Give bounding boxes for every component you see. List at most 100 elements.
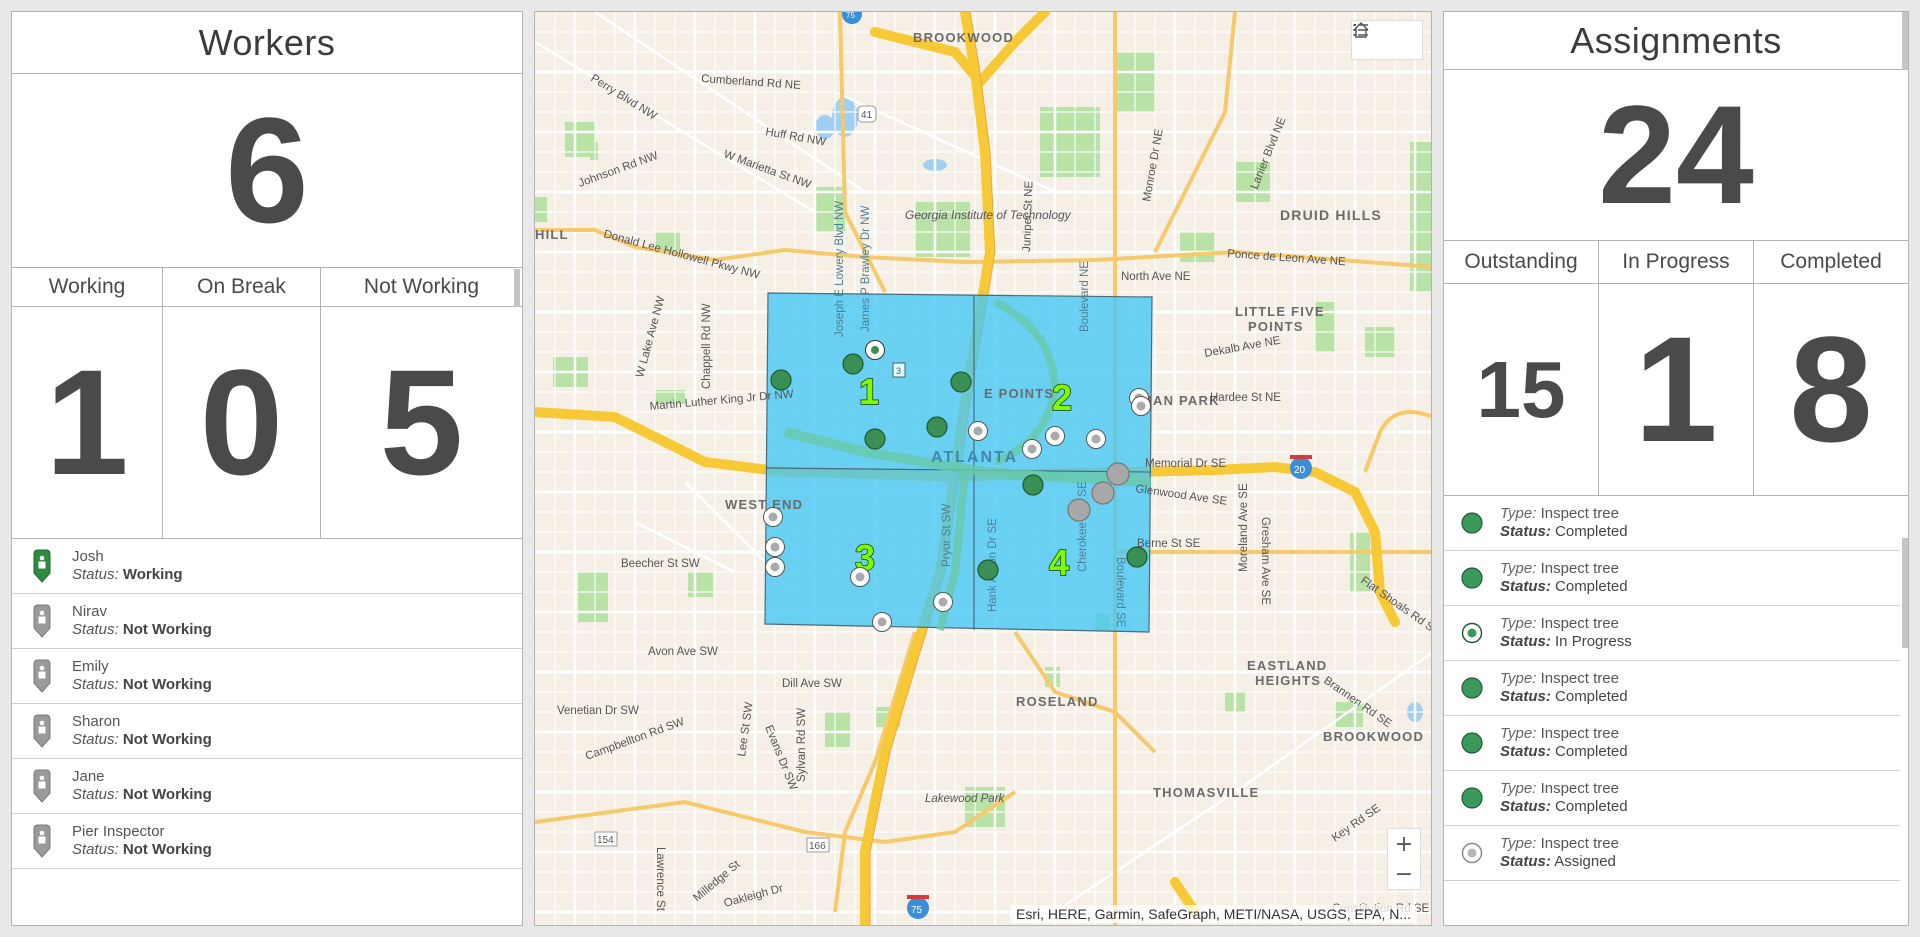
svg-text:Sylvan Rd SW: Sylvan Rd SW (796, 708, 808, 782)
worker-list-item[interactable]: Josh Status: Working (12, 539, 522, 594)
assigned-marker[interactable] (1045, 426, 1065, 446)
worker-status: Not Working (122, 676, 212, 693)
unassigned-marker[interactable] (1067, 498, 1091, 522)
worker-status: Working (122, 566, 183, 583)
zoom-in-button[interactable]: + (1395, 829, 1413, 859)
assignment-type: Inspect tree (1540, 780, 1619, 797)
svg-text:Avon Ave SW: Avon Ave SW (648, 646, 718, 658)
status-label: Status: (1500, 578, 1551, 595)
worker-name: Josh (72, 548, 104, 565)
workers-panel: Workers 6 Working 1 On Break 0 Not Worki… (11, 11, 523, 926)
col-value: 1 (1634, 305, 1718, 473)
assign-col-outstanding: Outstanding 15 (1444, 241, 1599, 495)
worker-pin-icon (12, 769, 72, 803)
assigned-marker[interactable] (968, 421, 988, 441)
status-label: Status: (1500, 798, 1551, 815)
worker-list-item[interactable]: Pier Inspector Status: Not Working (12, 814, 522, 869)
unassigned-marker[interactable] (1106, 462, 1130, 486)
assigned-marker[interactable] (850, 567, 870, 587)
svg-text:Gresham Ave SE: Gresham Ave SE (1259, 517, 1271, 605)
worker-status: Not Working (122, 621, 212, 638)
assignment-list-item[interactable]: Type: Inspect tree Status: In Progress (1444, 606, 1900, 661)
assignment-status: Completed (1555, 578, 1628, 595)
map-attribution[interactable]: Esri, HERE, Garmin, SafeGraph, METI/NASA… (1010, 905, 1417, 923)
worker-list-item[interactable]: Nirav Status: Not Working (12, 594, 522, 649)
svg-text:Cherokee Ave SE: Cherokee Ave SE (1077, 481, 1089, 572)
label-inman-park: MAN PARK (1141, 393, 1220, 408)
assigned-marker[interactable] (1131, 396, 1151, 416)
status-label: Status: (72, 566, 119, 583)
assigned-marker[interactable] (1086, 429, 1106, 449)
assignment-type: Inspect tree (1540, 560, 1619, 577)
completed-marker[interactable] (926, 416, 948, 438)
svg-text:154: 154 (597, 835, 614, 846)
assigned-marker[interactable] (765, 537, 785, 557)
assignment-list-item[interactable]: Type: Inspect tree Status: Completed (1444, 551, 1900, 606)
type-label: Type: (1500, 780, 1537, 797)
svg-text:20: 20 (1294, 465, 1306, 476)
worker-list-item[interactable]: Sharon Status: Not Working (12, 704, 522, 759)
type-label: Type: (1500, 560, 1537, 577)
assignment-type: Inspect tree (1540, 725, 1619, 742)
worker-list-item[interactable]: Jane Status: Not Working (12, 759, 522, 814)
status-label: Status: (1500, 688, 1551, 705)
title-scrollbar[interactable] (1902, 12, 1908, 70)
assigned-marker[interactable] (765, 557, 785, 577)
assigned-marker[interactable] (872, 612, 892, 632)
assignment-status: Completed (1555, 523, 1628, 540)
status-label: Status: (72, 676, 119, 693)
worker-name: Emily (72, 658, 109, 675)
type-label: Type: (1500, 505, 1537, 522)
assign-col-in-progress: In Progress 1 (1599, 241, 1754, 495)
completed-marker[interactable] (977, 559, 999, 581)
worker-name: Sharon (72, 713, 121, 730)
completed-marker[interactable] (770, 369, 792, 391)
completed-marker[interactable] (1022, 474, 1044, 496)
columns-scrollbar[interactable] (514, 269, 520, 307)
zone-label-4: 4 (1049, 542, 1069, 583)
assignment-list-item[interactable]: Type: Inspect tree Status: Completed (1444, 496, 1900, 551)
label-roseland: ROSELAND (1016, 694, 1099, 709)
completed-marker[interactable] (864, 428, 886, 450)
assignment-list-item[interactable]: Type: Inspect tree Status: Assigned (1444, 826, 1900, 881)
assignment-list-item[interactable]: Type: Inspect tree Status: Completed (1444, 661, 1900, 716)
assignment-type: Inspect tree (1540, 835, 1619, 852)
label-georgia-tech: Georgia Institute of Technology (905, 208, 1072, 222)
assignments-title: Assignments (1444, 12, 1908, 70)
assignment-list-item[interactable]: Type: Inspect tree Status: Completed (1444, 771, 1900, 826)
assignment-status: In Progress (1555, 633, 1632, 650)
status-label: Status: (1500, 853, 1551, 870)
worker-status: Not Working (122, 786, 212, 803)
assigned-marker[interactable] (933, 592, 953, 612)
svg-text:75: 75 (846, 12, 855, 20)
label-brookwood: BROOKWOOD (913, 30, 1014, 45)
assignment-assigned-icon (1444, 842, 1500, 864)
svg-text:Beecher St SW: Beecher St SW (621, 558, 700, 570)
svg-text:Dill Ave SW: Dill Ave SW (782, 678, 842, 690)
worker-status: Not Working (122, 731, 212, 748)
completed-marker[interactable] (1126, 546, 1148, 568)
svg-text:Lawrence St: Lawrence St (654, 847, 666, 912)
worker-list: Josh Status: Working Nirav Status: Not W… (12, 539, 522, 869)
zoom-out-button[interactable]: − (1395, 859, 1413, 889)
col-value: 0 (199, 338, 284, 506)
label-points: POINTS (1248, 319, 1304, 334)
worker-pin-icon (12, 714, 72, 748)
svg-text:75: 75 (911, 905, 923, 916)
assignment-completed-icon (1444, 677, 1500, 699)
map-toolbar (1351, 20, 1423, 60)
assigned-marker[interactable] (763, 507, 783, 527)
assigned-marker[interactable] (1022, 439, 1042, 459)
assignment-list-scrollbar[interactable] (1902, 538, 1908, 648)
map-view[interactable]: 1 2 3 4 BROOKWOOD DRUID HILLS LITTLE FIV… (534, 11, 1432, 926)
worker-list-item[interactable]: Emily Status: Not Working (12, 649, 522, 704)
unassigned-marker[interactable] (1091, 481, 1115, 505)
label-hill: HILL (535, 227, 569, 242)
status-label: Status: (72, 731, 119, 748)
in-progress-marker[interactable] (865, 340, 885, 360)
completed-marker[interactable] (950, 371, 972, 393)
assignments-total: 24 (1444, 70, 1908, 241)
assignment-list-item[interactable]: Type: Inspect tree Status: Completed (1444, 716, 1900, 771)
basemap[interactable]: 1 2 3 4 BROOKWOOD DRUID HILLS LITTLE FIV… (535, 12, 1432, 926)
completed-marker[interactable] (842, 353, 864, 375)
